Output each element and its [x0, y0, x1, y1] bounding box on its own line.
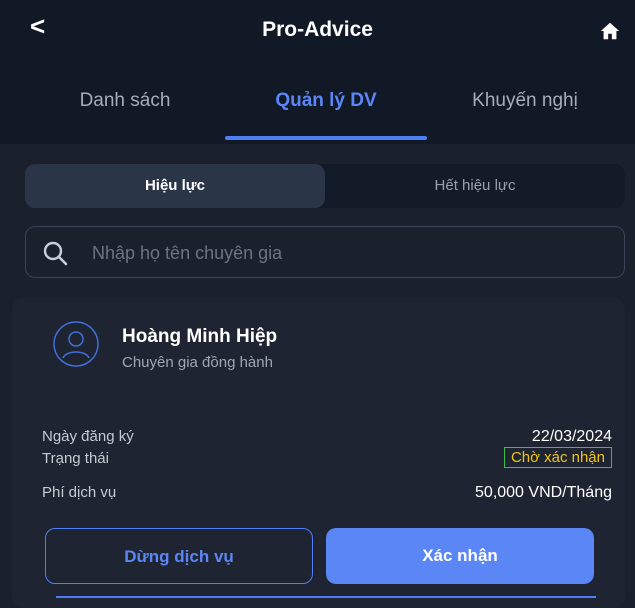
service-fee-value: 50,000 VND/Tháng	[475, 484, 612, 501]
row-status: Trạng thái Chờ xác nhận	[42, 447, 612, 472]
home-icon[interactable]	[599, 20, 621, 42]
registration-date-value: 22/03/2024	[531, 428, 612, 445]
tab-danh-sach[interactable]: Danh sách	[25, 90, 225, 112]
top-header: < Pro-Advice	[0, 0, 635, 62]
status-badge: Chờ xác nhận	[503, 447, 612, 468]
search-icon	[43, 241, 68, 266]
tab-quan-ly-dv[interactable]: Quản lý DV	[226, 90, 426, 112]
tab-bar: Danh sách Quản lý DV Khuyến nghị	[0, 62, 635, 144]
expert-role: Chuyên gia đồng hành	[122, 354, 273, 371]
stop-service-button[interactable]: Dừng dịch vụ	[45, 528, 313, 584]
segment-het-hieu-luc[interactable]: Hết hiệu lực	[325, 164, 625, 208]
expert-name: Hoàng Minh Hiệp	[122, 326, 278, 347]
active-tab-indicator	[225, 136, 427, 140]
status-segment-control: Hiệu lực Hết hiệu lực	[25, 164, 625, 208]
service-fee-label: Phí dịch vụ	[42, 484, 117, 501]
search-input[interactable]	[90, 227, 614, 279]
tab-khuyen-nghi[interactable]: Khuyến nghị	[425, 90, 625, 112]
row-service-fee: Phí dịch vụ 50,000 VND/Tháng	[42, 484, 612, 506]
search-box	[25, 226, 625, 279]
confirm-button[interactable]: Xác nhận	[326, 528, 594, 584]
registration-date-label: Ngày đăng ký	[42, 428, 134, 445]
status-label: Trạng thái	[42, 450, 109, 467]
page-title: Pro-Advice	[262, 18, 373, 41]
segment-hieu-luc[interactable]: Hiệu lực	[25, 164, 325, 208]
bottom-divider	[56, 596, 596, 598]
avatar-icon	[53, 321, 99, 367]
